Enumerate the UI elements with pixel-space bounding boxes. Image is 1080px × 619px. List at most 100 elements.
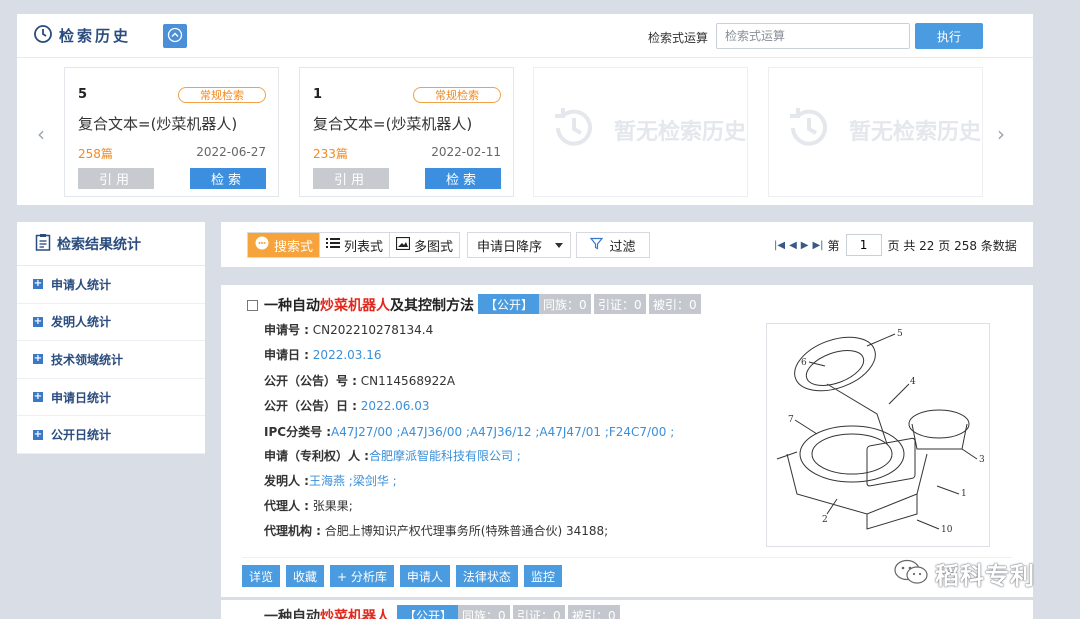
- status-badge: 【公开】: [478, 294, 541, 314]
- view-image-mode[interactable]: 多图式: [390, 233, 459, 257]
- stats-sidebar: 检索结果统计 + 申请人统计 + 发明人统计 + 技术领域统计 + 申请日统计 + 公开日…: [17, 222, 205, 454]
- chevron-left-icon[interactable]: ‹: [37, 122, 45, 146]
- stats-item-inventor[interactable]: + 发明人统计: [17, 304, 205, 342]
- plus-icon: +: [33, 278, 43, 290]
- history-clock-icon: [783, 102, 835, 157]
- title-text: 一种自动: [264, 609, 320, 619]
- field-agency: 代理机构 : 合肥上博知识产权代理事务所(特殊普通合伙) 34188;: [264, 524, 609, 538]
- empty-history-card: 暂无检索历史: [768, 67, 983, 197]
- search-button[interactable]: 检索: [425, 168, 501, 189]
- filter-button[interactable]: 过滤: [576, 232, 650, 258]
- plus-icon: +: [33, 391, 43, 403]
- plus-icon: +: [33, 428, 43, 440]
- caret-down-icon: [555, 243, 563, 248]
- citation-badge: 引证：0: [594, 294, 646, 314]
- result-item: 一种自动炒菜机器人 【公开】 同族：0 引证：0 被引：0: [221, 600, 1033, 619]
- stats-item-label: 技术领域统计: [51, 352, 124, 367]
- plus-icon: +: [33, 353, 43, 365]
- result-actions: 详览 收藏 + 分析库 申请人 法律状态 监控: [242, 565, 562, 587]
- stats-item-pub-date[interactable]: + 公开日统计: [17, 416, 205, 454]
- monitor-button[interactable]: 监控: [523, 565, 562, 587]
- view-mode-group: 搜索式 列表式 多图式: [247, 232, 461, 258]
- cite-button[interactable]: 引用: [313, 168, 389, 189]
- filter-label: 过滤: [609, 239, 636, 255]
- collapse-button[interactable]: [163, 24, 187, 48]
- prev-page-icon[interactable]: ◀: [789, 240, 797, 251]
- cooking-robot-drawing-icon: 5 6 4 7 2 1 3 10: [776, 329, 985, 535]
- chevron-right-icon[interactable]: ›: [997, 122, 1005, 146]
- result-count: 233篇: [313, 147, 348, 161]
- search-type-badge: 常规检索: [178, 87, 266, 103]
- history-title-text: 检索历史: [59, 27, 132, 45]
- svg-text:4: 4: [910, 377, 916, 387]
- field-agent: 代理人 : 张果果;: [264, 499, 353, 513]
- applicant-link[interactable]: 合肥摩派智能科技有限公司 ;: [369, 449, 521, 463]
- inventor-links[interactable]: 王海燕 ;梁剑华 ;: [309, 474, 397, 488]
- svg-text:6: 6: [801, 358, 807, 368]
- empty-history-text: 暂无检索历史: [614, 119, 747, 145]
- next-page-icon[interactable]: ▶: [801, 240, 809, 251]
- expr-input[interactable]: [716, 23, 910, 49]
- stats-item-app-date[interactable]: + 申请日统计: [17, 379, 205, 417]
- stats-item-tech-field[interactable]: + 技术领域统计: [17, 341, 205, 379]
- svg-text:2: 2: [822, 515, 828, 525]
- wechat-icon: [893, 558, 929, 589]
- result-title[interactable]: 一种自动炒菜机器人及其控制方法: [264, 295, 474, 315]
- stats-item-label: 发明人统计: [51, 315, 112, 330]
- title-highlight: 炒菜机器人: [320, 298, 390, 314]
- view-list-mode[interactable]: 列表式: [320, 233, 391, 257]
- search-history-panel: 检索历史 检索式运算 执行 ‹ › 5 常规检索 复合文本=(炒菜机器人) 25…: [17, 14, 1033, 205]
- search-button[interactable]: 检索: [190, 168, 266, 189]
- results-toolbar: 搜索式 列表式 多图式 申请日降序 过滤 |◀ ◀ ▶ ▶| 第 页 共 22: [221, 222, 1033, 267]
- last-page-icon[interactable]: ▶|: [812, 240, 823, 251]
- cited-badge: 被引：0: [568, 605, 620, 619]
- stats-title-text: 检索结果统计: [57, 236, 141, 253]
- image-icon: [395, 236, 411, 254]
- chevron-up-icon: [167, 27, 183, 46]
- title-text: 及其控制方法: [390, 298, 474, 314]
- svg-text:3: 3: [979, 455, 985, 465]
- expr-label: 检索式运算: [648, 31, 709, 45]
- sort-select[interactable]: 申请日降序: [467, 232, 571, 258]
- history-card: 5 常规检索 复合文本=(炒菜机器人) 258篇 2022-06-27 引用 检…: [64, 67, 279, 197]
- result-checkbox[interactable]: [247, 300, 258, 311]
- field-pub-no: 公开（公告）号 : CN114568922A: [264, 374, 456, 388]
- history-card-number: 1: [313, 87, 323, 102]
- stats-item-label: 公开日统计: [51, 428, 112, 443]
- stats-title: 检索结果统计: [17, 222, 205, 266]
- execute-button[interactable]: 执行: [915, 23, 983, 49]
- empty-history-card: 暂无检索历史: [533, 67, 748, 197]
- detail-button[interactable]: 详览: [242, 565, 281, 587]
- patent-drawing[interactable]: 5 6 4 7 2 1 3 10: [766, 323, 990, 547]
- page-number-input[interactable]: [845, 234, 882, 256]
- history-card: 1 常规检索 复合文本=(炒菜机器人) 233篇 2022-02-11 引用 检…: [299, 67, 514, 197]
- field-inventor: 发明人 :王海燕 ;梁剑华 ;: [264, 474, 397, 488]
- chat-icon: [254, 235, 270, 255]
- search-type-badge: 常规检索: [413, 87, 501, 103]
- field-app-date: 申请日 : 2022.03.16: [264, 348, 382, 362]
- history-query: 复合文本=(炒菜机器人): [313, 115, 473, 133]
- empty-history-text: 暂无检索历史: [849, 119, 982, 145]
- first-page-icon[interactable]: |◀: [774, 240, 785, 251]
- ipc-links[interactable]: A47J27/00 ;A47J36/00 ;A47J36/12 ;A47J47/…: [331, 425, 674, 439]
- view-label: 搜索式: [274, 239, 314, 255]
- add-analysis-button[interactable]: + 分析库: [330, 565, 394, 587]
- history-header: 检索历史 检索式运算 执行: [17, 14, 1033, 58]
- family-badge: 同族：0: [539, 294, 591, 314]
- watermark: 稻科专利: [893, 556, 1035, 591]
- view-search-mode[interactable]: 搜索式: [248, 233, 321, 257]
- history-title: 检索历史: [33, 24, 131, 47]
- pager: |◀ ◀ ▶ ▶| 第 页 共 22 页 258 条数据: [774, 234, 1017, 256]
- legal-status-button[interactable]: 法律状态: [455, 565, 518, 587]
- result-title[interactable]: 一种自动炒菜机器人: [264, 606, 390, 619]
- favorite-button[interactable]: 收藏: [286, 565, 325, 587]
- view-label: 多图式: [414, 239, 454, 255]
- cite-button[interactable]: 引用: [78, 168, 154, 189]
- citation-badge: 引证：0: [513, 605, 565, 619]
- watermark-text: 稻科专利: [935, 562, 1035, 590]
- stats-item-applicant[interactable]: + 申请人统计: [17, 266, 205, 304]
- applicant-button[interactable]: 申请人: [399, 565, 450, 587]
- history-date: 2022-02-11: [431, 145, 501, 159]
- svg-text:5: 5: [897, 329, 903, 339]
- svg-text:10: 10: [941, 525, 953, 535]
